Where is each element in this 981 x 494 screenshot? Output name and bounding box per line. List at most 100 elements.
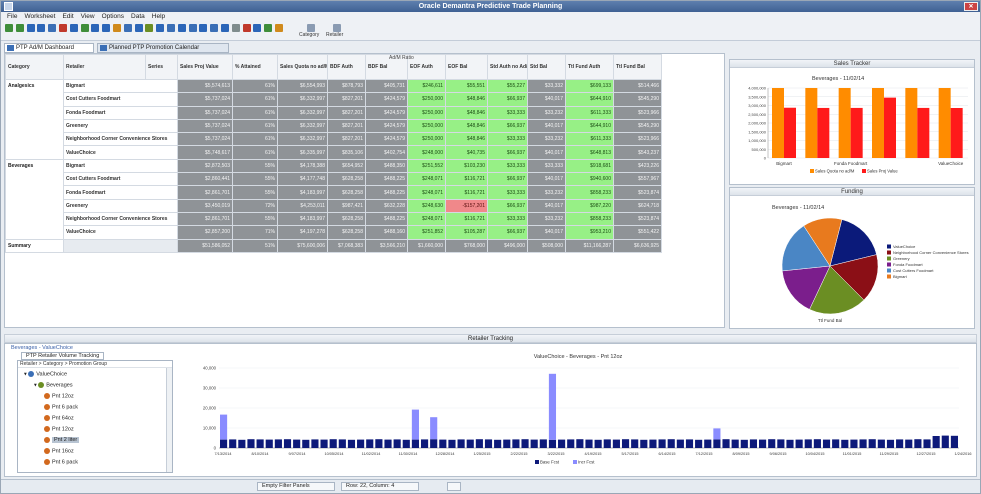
value-cell[interactable]: $40,017 (527, 225, 566, 240)
base-fcst-bar[interactable] (649, 439, 657, 448)
value-cell[interactable]: $4,183,997 (277, 211, 328, 227)
value-cell[interactable]: 61% (232, 78, 278, 94)
toolbar-icon-15[interactable] (156, 24, 165, 32)
value-cell[interactable]: $33,332 (527, 78, 566, 94)
value-cell[interactable]: 55% (232, 185, 278, 200)
value-cell[interactable]: $611,333 (565, 132, 614, 147)
value-cell[interactable]: $551,422 (613, 225, 662, 240)
value-cell[interactable]: 61% (232, 145, 278, 160)
value-cell[interactable]: $648,813 (565, 145, 614, 160)
value-cell[interactable]: $4,178,388 (277, 158, 328, 174)
value-cell[interactable]: $424,579 (365, 132, 408, 147)
table-row[interactable]: Analgesics Bigmart $5,574,613 61% $6,554,993… (5, 78, 662, 160)
base-fcst-bar[interactable] (950, 435, 958, 448)
value-cell[interactable]: $628,258 (327, 225, 366, 240)
base-fcst-bar[interactable] (905, 439, 913, 448)
bar-quota[interactable] (872, 88, 884, 158)
value-cell[interactable]: $523,966 (613, 105, 662, 120)
column-header[interactable]: EOF Bal (445, 54, 488, 80)
tree-node[interactable]: Pnt 64oz (44, 415, 74, 422)
base-fcst-bar[interactable] (293, 439, 301, 448)
base-fcst-bar[interactable] (558, 439, 566, 448)
base-fcst-bar[interactable] (430, 439, 438, 448)
base-fcst-bar[interactable] (512, 439, 520, 448)
value-cell[interactable]: $628,258 (327, 211, 366, 227)
tree-node[interactable]: Pnt 16oz (44, 448, 74, 455)
base-fcst-bar[interactable] (832, 439, 840, 448)
menu-worksheet[interactable]: Worksheet (24, 13, 55, 20)
value-cell[interactable]: $6,332,997 (277, 118, 328, 134)
retailer-cell[interactable]: Greenery (63, 118, 178, 134)
base-fcst-bar[interactable] (658, 439, 666, 448)
column-header[interactable]: Ttl Fund Auth (565, 54, 614, 80)
toolbar-icon-25[interactable] (264, 24, 273, 32)
value-cell[interactable]: $66,937 (487, 172, 528, 187)
column-header[interactable]: Ttl Fund Bal (613, 54, 662, 80)
bar-quota[interactable] (772, 88, 784, 158)
base-fcst-bar[interactable] (667, 439, 675, 448)
value-cell[interactable]: $644,910 (565, 118, 614, 134)
value-cell[interactable]: $878,793 (327, 78, 366, 94)
value-cell[interactable]: $40,735 (445, 145, 488, 160)
value-cell[interactable]: $402,754 (365, 145, 408, 160)
value-cell[interactable]: $248,630 (407, 198, 446, 213)
value-cell[interactable]: 61% (232, 92, 278, 107)
value-cell[interactable]: $827,201 (327, 105, 366, 120)
tree-node[interactable]: ▾ Beverages (34, 382, 73, 389)
base-fcst-bar[interactable] (685, 439, 694, 448)
bar-proj[interactable] (850, 107, 863, 158)
base-fcst-bar[interactable] (357, 439, 365, 448)
value-cell[interactable]: $66,937 (487, 225, 528, 240)
value-cell[interactable]: $2,872,503 (177, 158, 233, 174)
bar-proj[interactable] (884, 97, 896, 158)
base-fcst-bar[interactable] (621, 439, 630, 448)
value-cell[interactable]: 61% (232, 132, 278, 147)
table-row[interactable]: Beverages Bigmart $2,872,503 55% $4,178,388 $… (5, 158, 662, 240)
value-cell[interactable]: $248,071 (407, 211, 446, 227)
menu-data[interactable]: Data (131, 13, 145, 20)
value-cell[interactable]: $33,333 (487, 185, 528, 200)
tab-retailer-volume-tracking[interactable]: PTP Retailer Volume Tracking (21, 352, 105, 360)
value-cell[interactable]: $2,861,701 (177, 211, 233, 227)
value-cell[interactable]: $2,861,701 (177, 185, 233, 200)
summary-row[interactable]: Summary $51,586,052 51% $75,600,006 $7,068,3… (5, 238, 662, 253)
value-cell[interactable]: $488,225 (365, 211, 408, 227)
value-cell[interactable]: $40,017 (527, 145, 566, 160)
value-cell[interactable]: $611,333 (565, 105, 614, 120)
base-fcst-bar[interactable] (914, 439, 922, 448)
table-row[interactable]: Fonda Foodmart $2,861,701 55% $4,183,997 $62… (6, 185, 662, 200)
bar-quota[interactable] (938, 88, 951, 158)
base-fcst-bar[interactable] (731, 439, 739, 448)
base-fcst-bar[interactable] (484, 439, 493, 448)
base-fcst-bar[interactable] (548, 439, 557, 448)
base-fcst-bar[interactable] (612, 439, 620, 448)
toolbar-icon-3[interactable] (26, 24, 35, 32)
value-cell[interactable]: $699,133 (565, 78, 614, 94)
value-cell[interactable]: $33,232 (527, 211, 566, 227)
value-cell[interactable]: $250,000 (407, 92, 446, 107)
value-cell[interactable]: $4,253,011 (277, 198, 328, 213)
value-cell[interactable]: $4,177,748 (277, 172, 328, 187)
value-cell[interactable]: $624,718 (613, 198, 662, 213)
value-cell[interactable]: 71% (232, 225, 278, 240)
value-cell[interactable]: $523,966 (613, 132, 662, 147)
base-fcst-bar[interactable] (603, 439, 611, 448)
incr-fcst-bar[interactable] (548, 373, 557, 440)
toolbar-icon-18[interactable] (188, 24, 197, 32)
column-header[interactable]: BDF Auth (327, 54, 366, 80)
value-cell[interactable]: $6,332,997 (277, 92, 328, 107)
base-fcst-bar[interactable] (822, 439, 831, 448)
value-cell[interactable]: $423,226 (613, 158, 662, 174)
value-cell[interactable]: $40,017 (527, 118, 566, 134)
value-cell[interactable]: $987,421 (327, 198, 366, 213)
value-cell[interactable]: $33,333 (487, 105, 528, 120)
value-cell[interactable]: $250,000 (407, 105, 446, 120)
base-fcst-bar[interactable] (859, 439, 867, 448)
tree-node[interactable]: ▾ ValueChoice (24, 371, 67, 378)
value-cell[interactable]: $33,333 (527, 158, 566, 174)
value-cell[interactable]: $48,846 (445, 92, 488, 107)
breadcrumb[interactable]: Beverages - ValueChoice (11, 345, 73, 351)
retailer-cell[interactable]: Fonda Foodmart (63, 185, 178, 200)
value-cell[interactable]: $523,874 (613, 211, 662, 227)
base-fcst-bar[interactable] (786, 439, 794, 448)
